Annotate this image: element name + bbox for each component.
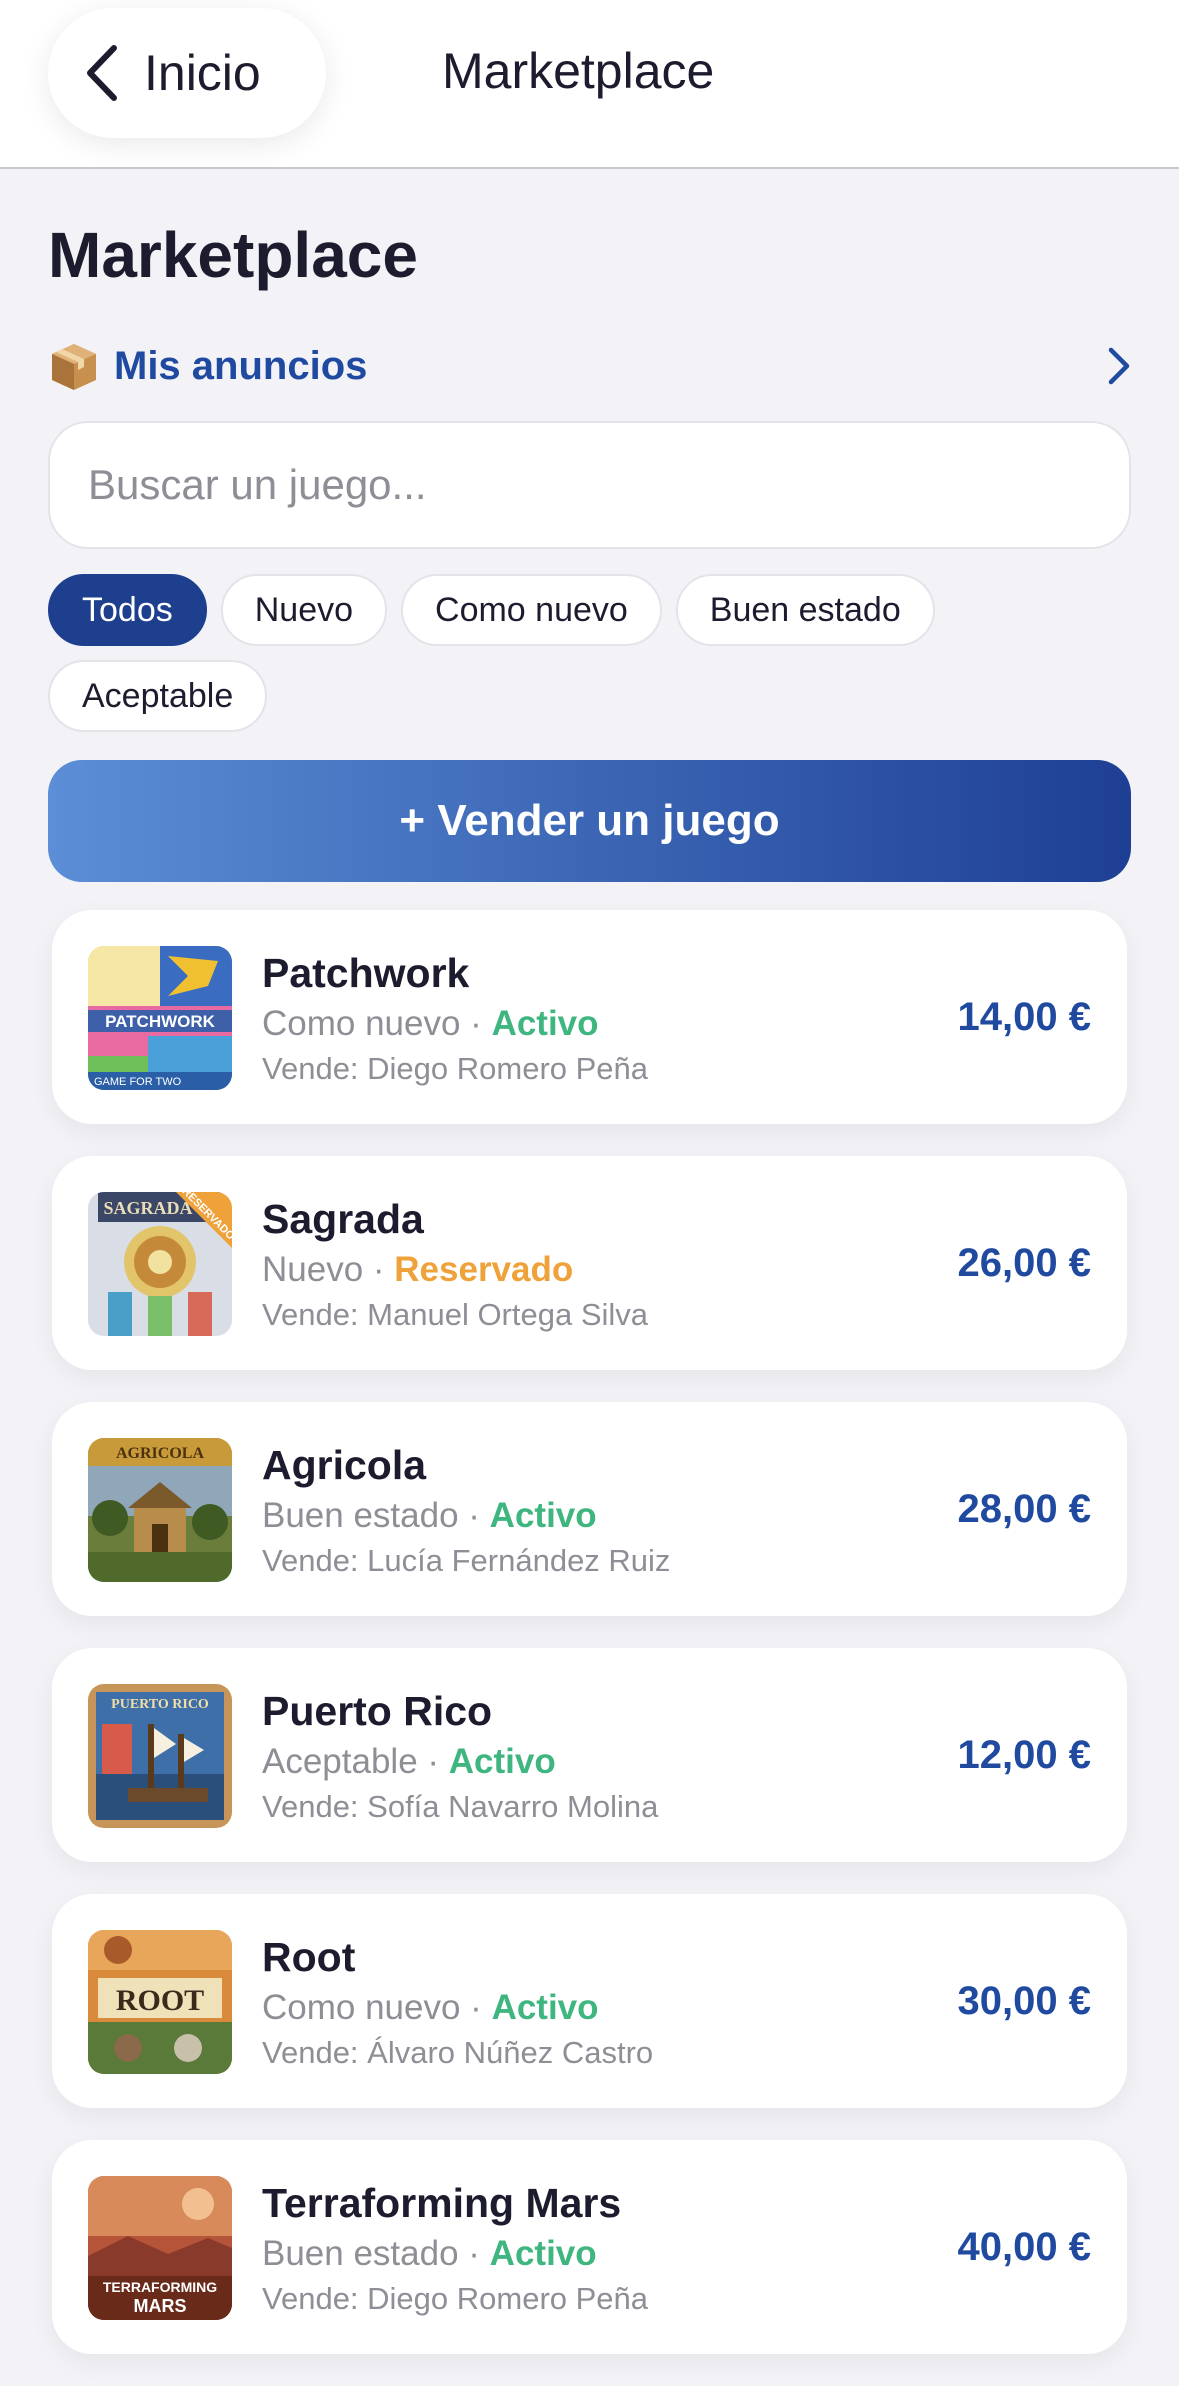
listing-status: Activo (491, 1004, 599, 1043)
back-button[interactable]: Inicio (48, 8, 326, 138)
listing-condition: Nuevo (262, 1250, 364, 1289)
mis-anuncios-link[interactable]: Mis anuncios (48, 336, 1131, 396)
listing-card[interactable]: PUERTO RICO Puerto Rico Aceptable · Acti… (52, 1648, 1127, 1862)
listing-title: Root (262, 1934, 356, 1980)
listing-info: Patchwork Como nuevo · Activo Vende: Die… (262, 948, 648, 1090)
cover-text: ROOT (116, 1984, 204, 2017)
listing-price: 14,00 € (957, 994, 1091, 1039)
listing-condition: Buen estado (262, 1496, 459, 1535)
chevron-left-icon (87, 45, 117, 101)
listing-meta: Aceptable · Activo (262, 1738, 658, 1786)
listing-status: Activo (489, 1496, 597, 1535)
cover-subtext: MARS (134, 2296, 187, 2316)
listing-seller: Vende: Álvaro Núñez Castro (262, 2035, 654, 2070)
listing-price: 12,00 € (957, 1732, 1091, 1777)
listing-title: Puerto Rico (262, 1688, 493, 1734)
listing-price: 26,00 € (957, 1240, 1091, 1285)
cover-text: SAGRADA (103, 1198, 192, 1218)
game-cover-image: PATCHWORK GAME FOR TWO (88, 946, 232, 1090)
game-cover-image: SAGRADA RESERVADO (88, 1192, 232, 1336)
listing-seller: Vende: Manuel Ortega Silva (262, 1297, 649, 1332)
page-title: Marketplace (48, 219, 418, 291)
listing-condition: Como nuevo (262, 1004, 461, 1043)
game-cover-image: TERRAFORMING MARS (88, 2176, 232, 2320)
meta-separator: · (458, 1496, 490, 1535)
listing-condition: Como nuevo (262, 1988, 461, 2027)
chevron-right-icon (1108, 347, 1130, 385)
filter-chip-todos[interactable]: Todos (48, 574, 207, 646)
listing-seller: Vende: Lucía Fernández Ruiz (262, 1543, 671, 1578)
cover-text: TERRAFORMING (103, 2279, 217, 2295)
listing-status: Activo (448, 1742, 556, 1781)
listing-condition: Aceptable (262, 1742, 418, 1781)
filter-chip-aceptable[interactable]: Aceptable (48, 660, 268, 732)
filter-chip-buen-estado[interactable]: Buen estado (675, 574, 935, 646)
listing-title: Patchwork (262, 950, 470, 996)
listing-card[interactable]: TERRAFORMING MARS Terraforming Mars Buen… (52, 2140, 1127, 2354)
game-cover-image: ROOT (88, 1930, 232, 2074)
game-cover-image: AGRICOLA (88, 1438, 232, 1582)
listing-info: Root Como nuevo · Activo Vende: Álvaro N… (262, 1932, 653, 2074)
listing-seller: Vende: Diego Romero Peña (262, 2281, 649, 2316)
listing-price: 40,00 € (957, 2224, 1091, 2269)
navigation-bar: Inicio Marketplace (0, 0, 1179, 169)
listing-info: Sagrada Nuevo · Reservado Vende: Manuel … (262, 1194, 648, 1336)
back-button-label: Inicio (144, 45, 261, 101)
meta-separator: · (460, 1988, 492, 2027)
listing-card[interactable]: AGRICOLA Agricola Buen estado · Activo V… (52, 1402, 1127, 1616)
listing-info: Agricola Buen estado · Activo Vende: Luc… (262, 1440, 670, 1582)
listing-status: Activo (491, 1988, 599, 2027)
filter-chip-como-nuevo[interactable]: Como nuevo (401, 574, 662, 646)
listing-card[interactable]: ROOT Root Como nuevo · Activo Vende: Álv… (52, 1894, 1127, 2108)
listing-meta: Como nuevo · Activo (262, 1984, 653, 2032)
search-input[interactable]: Buscar un juego... (48, 421, 1131, 549)
listing-condition: Buen estado (262, 2234, 459, 2273)
meta-separator: · (417, 1742, 449, 1781)
listing-card[interactable]: PATCHWORK GAME FOR TWO Patchwork Como nu… (52, 910, 1127, 1124)
listing-title: Sagrada (262, 1196, 424, 1242)
listing-info: Terraforming Mars Buen estado · Activo V… (262, 2178, 648, 2320)
meta-separator: · (460, 1004, 492, 1043)
mis-anuncios-label: Mis anuncios (114, 343, 368, 388)
listing-price: 30,00 € (957, 1978, 1091, 2023)
meta-separator: · (363, 1250, 395, 1289)
cover-text: PATCHWORK (105, 1012, 216, 1031)
meta-separator: · (458, 2234, 490, 2273)
cover-subtext: GAME FOR TWO (94, 1076, 182, 1088)
listing-seller: Vende: Diego Romero Peña (262, 1051, 649, 1086)
listing-card[interactable]: SAGRADA RESERVADO Sagrada Nuevo · Reserv… (52, 1156, 1127, 1370)
listing-status: Reservado (394, 1250, 574, 1289)
listing-meta: Nuevo · Reservado (262, 1246, 648, 1294)
listing-list: PATCHWORK GAME FOR TWO Patchwork Como nu… (52, 910, 1127, 2386)
cover-text: PUERTO RICO (111, 1697, 209, 1712)
filter-chips: Todos Nuevo Como nuevo Buen estado Acept… (48, 574, 1131, 732)
cover-text: AGRICOLA (116, 1445, 204, 1462)
listing-meta: Buen estado · Activo (262, 1492, 670, 1540)
sell-game-button[interactable]: + Vender un juego (48, 760, 1131, 882)
listing-title: Terraforming Mars (262, 2180, 622, 2226)
listing-info: Puerto Rico Aceptable · Activo Vende: So… (262, 1686, 658, 1828)
game-cover-image: PUERTO RICO (88, 1684, 232, 1828)
package-icon (52, 344, 96, 390)
listing-meta: Buen estado · Activo (262, 2230, 648, 2278)
nav-title: Marketplace (442, 43, 715, 99)
listing-price: 28,00 € (957, 1486, 1091, 1531)
listing-status: Activo (489, 2234, 597, 2273)
filter-chip-nuevo[interactable]: Nuevo (220, 574, 388, 646)
listing-meta: Como nuevo · Activo (262, 1000, 648, 1048)
listing-seller: Vende: Sofía Navarro Molina (262, 1789, 659, 1824)
search-placeholder: Buscar un juego... (88, 461, 427, 508)
listing-title: Agricola (262, 1442, 427, 1488)
